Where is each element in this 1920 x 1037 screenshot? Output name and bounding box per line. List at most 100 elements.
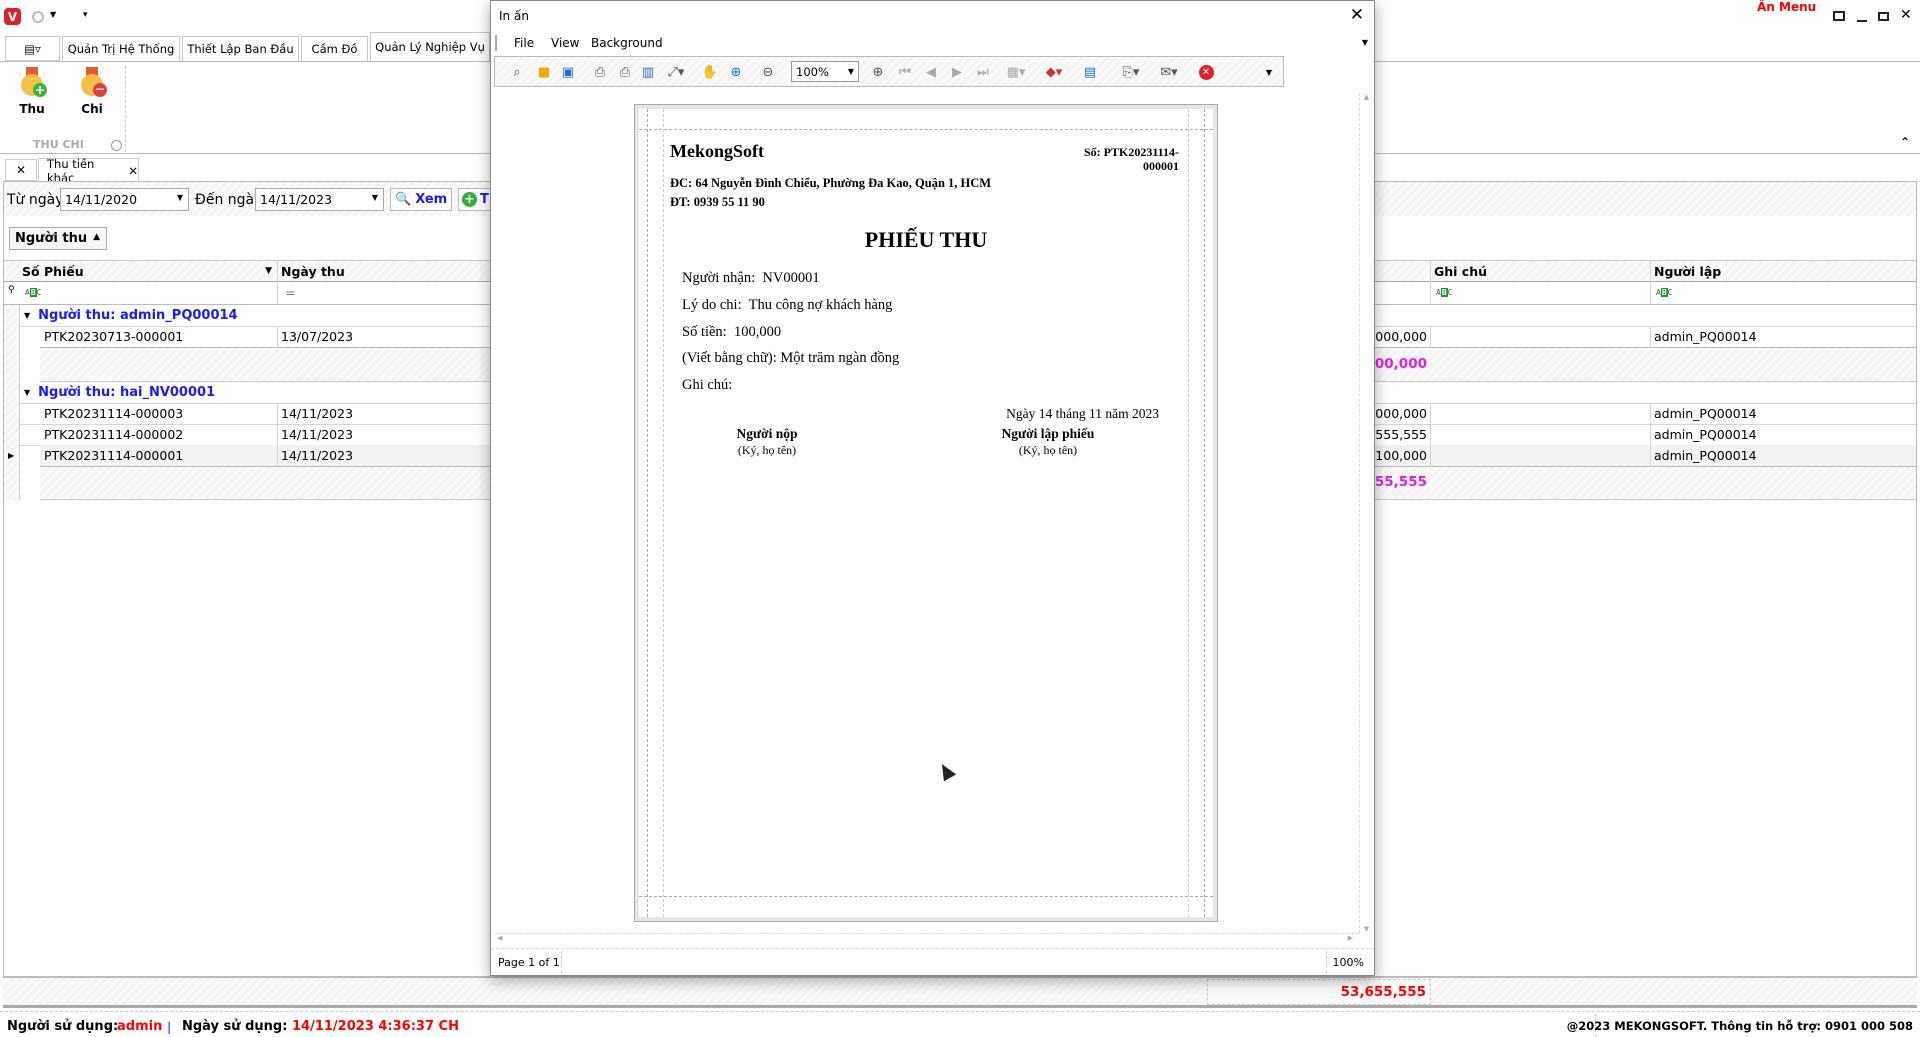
from-date-label: Từ ngày	[7, 192, 64, 208]
app-logo: V	[4, 8, 21, 25]
minimize-icon[interactable]	[1857, 20, 1867, 22]
chevron-down-icon[interactable]: ▼	[177, 193, 183, 202]
group-by-nguoi-thu[interactable]: Người thu ▲	[9, 227, 107, 250]
group-row[interactable]: ▼ Người thu: admin_PQ00014	[24, 305, 494, 326]
thu-button[interactable]: + Thu	[12, 67, 52, 122]
tab-quan-ly-nghiep-vu[interactable]: Quản Lý Nghiệp Vụ	[370, 32, 490, 61]
fullscreen-icon[interactable]	[1833, 11, 1845, 21]
status-separator: |	[167, 1018, 172, 1034]
dialog-launcher-icon[interactable]	[111, 140, 122, 151]
chevron-down-icon[interactable]: ▼	[848, 67, 854, 76]
tab-quan-tri-he-thong[interactable]: Quản Trị Hệ Thống	[62, 36, 180, 61]
field-ghi-chu: Ghi chú:	[682, 377, 733, 393]
field-nguoi-nhan: Người nhận: NV00001	[682, 270, 820, 286]
status-copyright: @2023 MEKONGSOFT. Thông tin hỗ trợ: 0901…	[1566, 1019, 1913, 1033]
field-ly-do: Lý do chi: Thu công nợ khách hàng	[682, 297, 893, 313]
customize-qat-icon[interactable]: ▾	[83, 10, 88, 20]
background-color-icon[interactable]: ◆▾	[1041, 63, 1067, 81]
menu-overflow-icon[interactable]: ▼	[1362, 38, 1368, 47]
circle-menu-icon[interactable]	[32, 11, 44, 23]
filter-pin-icon[interactable]: ⚲	[8, 285, 15, 295]
zoom-out-icon[interactable]: ⊖	[759, 63, 777, 81]
tab-thiet-lap-ban-dau[interactable]: Thiết Lập Ban Đầu	[182, 36, 299, 61]
first-page-icon[interactable]: ⏮	[896, 63, 914, 81]
last-page-icon[interactable]: ⏭	[974, 63, 992, 81]
status-user: admin	[117, 1018, 163, 1034]
dropdown-icon[interactable]: ▼	[50, 10, 56, 19]
collapse-ribbon-icon[interactable]: ⌃	[1900, 135, 1910, 149]
menu-view[interactable]: View	[551, 36, 579, 50]
group-subtotal: 000,000	[1365, 356, 1428, 372]
company-address: ĐC: 64 Nguyễn Đình Chiểu, Phường Đa Kao,…	[670, 176, 992, 190]
export-icon[interactable]: ⎘▾	[1117, 63, 1145, 81]
plus-circle-icon: +	[462, 192, 477, 207]
report-page: MekongSoft Số: PTK20231114- 000001 ĐC: 64…	[634, 104, 1218, 922]
watermark-icon[interactable]: ▤	[1081, 63, 1099, 81]
field-so-tien: Số tiền: 100,000	[682, 324, 782, 340]
view-button[interactable]: 🔍 Xem	[390, 188, 452, 211]
next-page-icon[interactable]: ▶	[948, 63, 966, 81]
find-icon[interactable]: ⌕	[508, 63, 526, 81]
open-icon[interactable]: ■	[535, 63, 553, 81]
menu-background[interactable]: Background	[591, 36, 663, 50]
close-all-tabs-button[interactable]: ✕	[5, 159, 37, 181]
zoom-select[interactable]: 100% ▼	[791, 61, 859, 82]
chi-button[interactable]: − Chi	[72, 67, 112, 122]
payer-signature: Người nộp (Ký, họ tên)	[736, 426, 798, 457]
magnifier-icon[interactable]: ⊕	[727, 63, 745, 81]
date-line: Ngày 14 tháng 11 năm 2023	[1006, 406, 1159, 421]
hide-menu-link[interactable]: Ẩn Menu	[1757, 0, 1816, 14]
send-email-icon[interactable]: ✉▾	[1155, 63, 1183, 81]
group-row[interactable]: ▼ Người thu: hai_NV00001	[24, 382, 494, 403]
search-icon: 🔍	[395, 192, 412, 207]
page-status: Page 1 of 1	[498, 956, 560, 969]
creator-signature: Người lập phiếu (Ký, họ tên)	[1001, 426, 1095, 457]
to-date-input[interactable]: 14/11/2023 ▼	[255, 188, 384, 211]
prev-page-icon[interactable]: ◀	[922, 63, 940, 81]
close-app-icon[interactable]: ✕	[1900, 7, 1912, 23]
text-filter-icon[interactable]: ABC	[25, 288, 41, 297]
close-preview-icon[interactable]: ✕	[1197, 63, 1215, 81]
quick-print-icon[interactable]: ⎙	[616, 63, 634, 81]
col-header-ghi-chu[interactable]: Ghi chú	[1434, 260, 1487, 282]
dialog-close-button[interactable]: ✕	[1350, 5, 1364, 25]
print-icon[interactable]: ⎙	[591, 63, 609, 81]
page-setup-icon[interactable]: ▥	[639, 63, 657, 81]
medal-plus-icon: +	[19, 67, 47, 97]
sort-asc-icon: ▲	[93, 232, 100, 242]
print-dialog: In ấn ✕ File View Background ▼ ⌕ ■ ▣ ⎙ ⎙…	[490, 0, 1375, 976]
multipage-icon[interactable]: ▦▾	[1003, 63, 1029, 81]
grand-total: 53,655,555	[1340, 984, 1426, 1000]
col-header-nguoi-lap[interactable]: Người lập	[1654, 260, 1721, 282]
equals-filter-icon[interactable]: =	[285, 285, 295, 300]
close-tab-icon[interactable]: ✕	[128, 164, 138, 178]
company-name: MekongSoft	[670, 141, 764, 161]
medal-minus-icon: −	[79, 67, 107, 97]
status-user-label: Người sử dụng:	[7, 1018, 119, 1034]
menu-file[interactable]: File	[514, 36, 534, 50]
col-header-ngay-thu[interactable]: Ngày thu	[281, 260, 345, 282]
scale-icon[interactable]: ⤢▾	[663, 63, 689, 81]
horizontal-scrollbar[interactable]: ◀ ▶	[495, 933, 1359, 947]
text-filter-icon[interactable]: ABC	[1436, 288, 1452, 297]
zoom-in-icon[interactable]: ⊕	[869, 63, 887, 81]
save-icon[interactable]: ▣	[559, 63, 577, 81]
status-date: 14/11/2023 4:36:37 CH	[292, 1018, 459, 1034]
add-button[interactable]: + T	[458, 188, 492, 211]
collapse-icon[interactable]: ▼	[24, 311, 30, 320]
tab-cam-do[interactable]: Cầm Đồ	[301, 36, 368, 61]
hand-tool-icon[interactable]: ✋	[701, 63, 719, 81]
restore-icon[interactable]	[1878, 12, 1889, 21]
filter-dropdown-icon[interactable]: ▼	[265, 266, 272, 276]
chevron-down-icon[interactable]: ▼	[372, 193, 378, 202]
collapse-icon[interactable]: ▼	[24, 388, 30, 397]
text-filter-icon[interactable]: ABC	[1656, 288, 1672, 297]
receipt-number: Số: PTK20231114- 000001	[1083, 145, 1179, 173]
document-title: PHIẾU THU	[864, 227, 988, 252]
toolbar-overflow-icon[interactable]: ▼	[1260, 63, 1278, 81]
vertical-scrollbar[interactable]: ▲ ▼	[1359, 93, 1373, 933]
app-menu-button[interactable]: ▤▿	[5, 36, 60, 61]
from-date-input[interactable]: 14/11/2020 ▼	[60, 188, 189, 211]
col-header-so-phieu[interactable]: Số Phiếu ▼	[22, 260, 272, 282]
doc-tab-thu-tien-khac[interactable]: Thu tiền khác ✕	[38, 157, 139, 185]
